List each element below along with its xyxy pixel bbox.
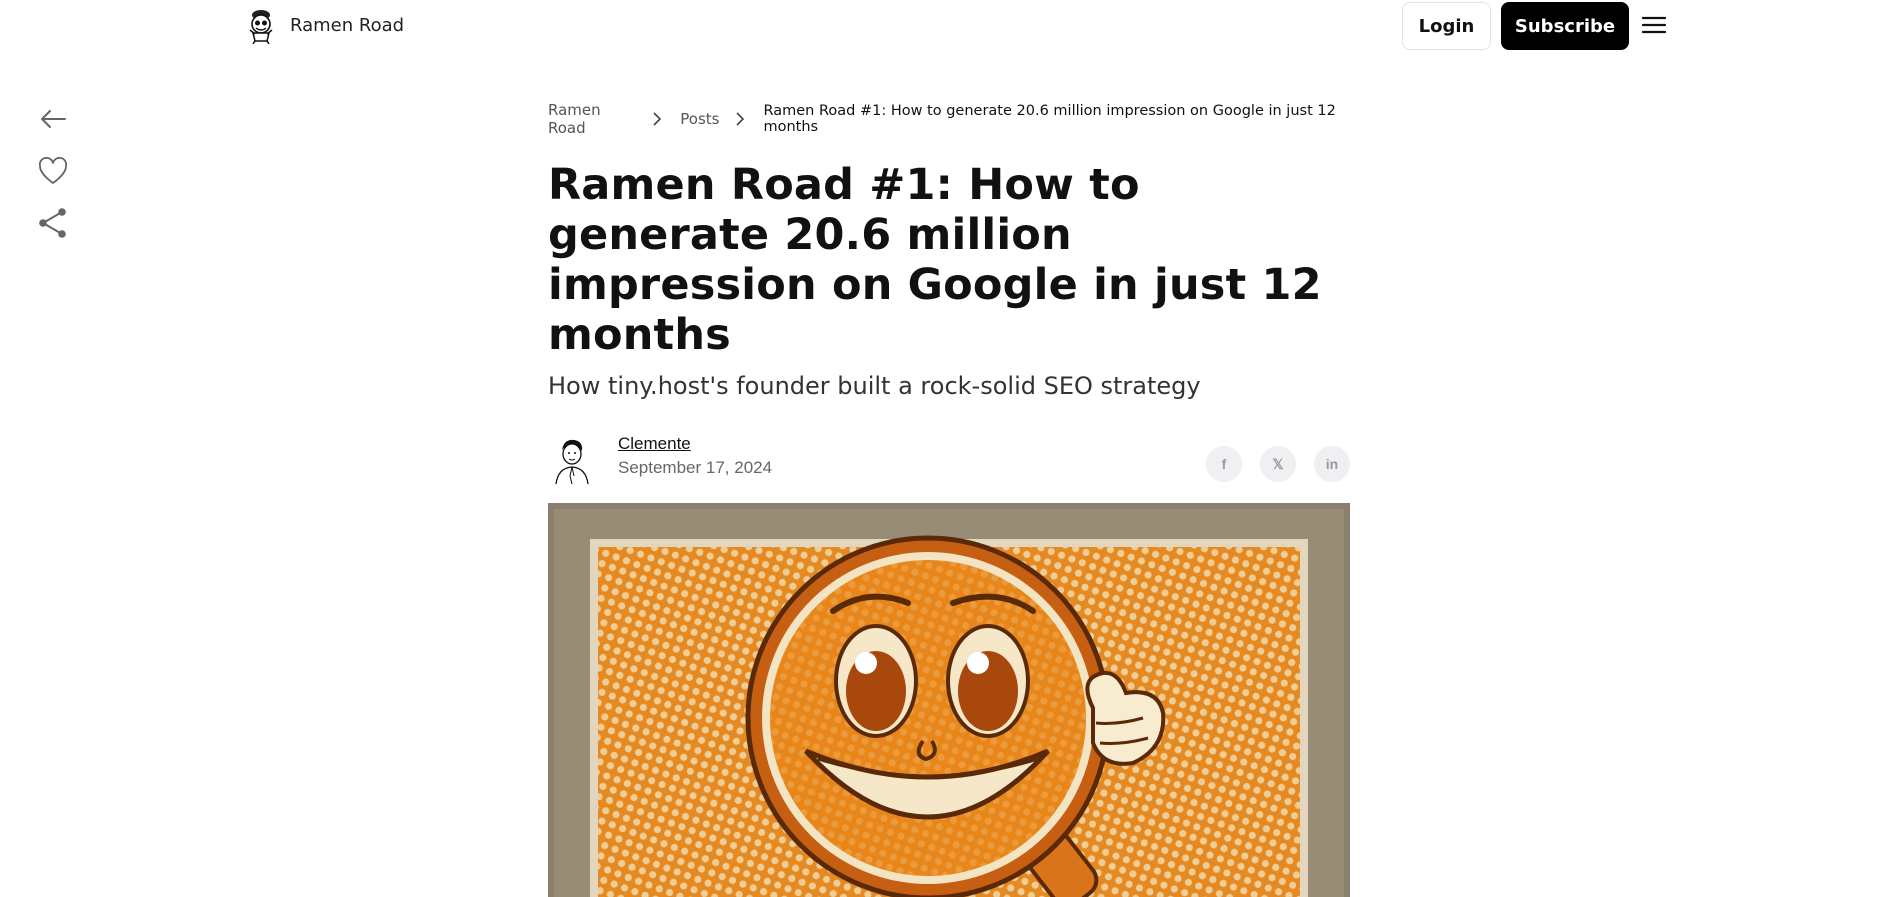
hero-image — [548, 503, 1350, 897]
arrow-left-icon — [41, 110, 66, 128]
linkedin-share-button[interactable]: in — [1314, 446, 1350, 482]
author-avatar[interactable] — [548, 434, 596, 486]
subscribe-button[interactable]: Subscribe — [1501, 2, 1629, 50]
heart-icon — [38, 157, 68, 184]
share-button[interactable] — [38, 208, 68, 238]
menu-button[interactable] — [1641, 12, 1667, 38]
like-button[interactable] — [38, 156, 68, 186]
login-button[interactable]: Login — [1402, 2, 1491, 50]
brand-name: Ramen Road — [290, 14, 405, 36]
chevron-right-icon — [735, 112, 745, 126]
brand-logo-icon — [249, 10, 273, 44]
magnifier-mascot-illustration — [548, 503, 1350, 897]
x-icon: 𝕏 — [1272, 455, 1284, 472]
article-title: Ramen Road #1: How to generate 20.6 mill… — [548, 160, 1322, 360]
breadcrumb-posts-link[interactable]: Posts — [680, 110, 719, 128]
share-icon — [39, 208, 66, 238]
article-header: Ramen Road Posts Ramen Road #1: How to g… — [548, 101, 1350, 486]
facebook-icon: f — [1221, 456, 1227, 472]
facebook-share-button[interactable]: f — [1206, 446, 1242, 482]
article-subtitle: How tiny.host's founder built a rock-sol… — [548, 372, 1201, 400]
breadcrumb-current: Ramen Road #1: How to generate 20.6 mill… — [763, 103, 1336, 135]
social-share-row: f 𝕏 in — [1206, 446, 1350, 482]
byline: Clemente September 17, 2024 f 𝕏 in — [548, 434, 1350, 486]
site-header: Ramen Road Login Subscribe — [0, 0, 1891, 52]
author-link[interactable]: Clemente — [618, 434, 691, 454]
hamburger-icon — [1642, 16, 1666, 34]
breadcrumb-home-link[interactable]: Ramen Road — [548, 101, 636, 137]
publish-date: September 17, 2024 — [618, 458, 773, 477]
chevron-right-icon — [652, 112, 662, 126]
x-share-button[interactable]: 𝕏 — [1260, 446, 1296, 482]
brand-link[interactable]: Ramen Road — [244, 6, 404, 44]
post-actions-rail — [38, 104, 68, 238]
back-button[interactable] — [38, 104, 68, 134]
linkedin-icon: in — [1325, 456, 1339, 472]
breadcrumb: Ramen Road Posts Ramen Road #1: How to g… — [548, 101, 1350, 137]
